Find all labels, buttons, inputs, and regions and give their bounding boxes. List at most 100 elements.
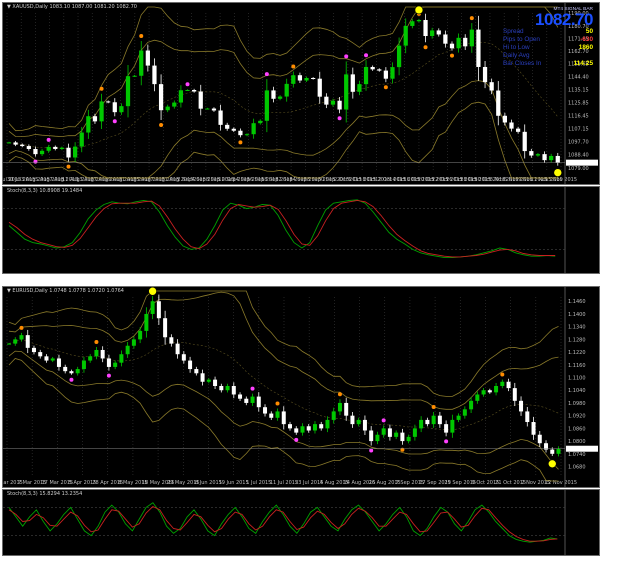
fractal-up-dot [264, 72, 269, 77]
candle-body [522, 131, 527, 152]
candle-body [79, 132, 84, 147]
stoch-main-line [8, 502, 558, 543]
candle-body [443, 34, 448, 44]
candle-body [69, 371, 74, 374]
candle-body [436, 30, 441, 35]
fractal-up-dot [185, 82, 190, 87]
candle-body [423, 19, 428, 37]
candle-body [46, 146, 51, 151]
eurusd-stoch-pane[interactable]: Stoch(8,3,3) 15.8294 13.2354 [2, 489, 600, 556]
candle-body [238, 130, 243, 136]
candle-body [462, 409, 467, 416]
candle-body [529, 151, 534, 156]
info-row-value: 114:25 [573, 60, 593, 67]
xauusd-stoch-pane[interactable]: Stoch(8,3,3) 10.8908 19.1484 [2, 186, 600, 274]
candle-body [264, 90, 269, 121]
candle-body [550, 449, 555, 454]
stoch1-header: Stoch(8,3,3) 10.8908 19.1484 [7, 188, 83, 194]
swing-high-marker [414, 5, 424, 15]
candle-body [350, 415, 355, 425]
candle-body [369, 430, 374, 442]
candle-body [244, 134, 250, 136]
last-price-tag [566, 445, 598, 452]
candle-body [294, 428, 299, 433]
fractal-up-dot [364, 53, 369, 58]
candle-body [205, 108, 210, 110]
candle-body [94, 349, 99, 357]
candle-body [225, 124, 230, 129]
y-tick-label: 1.1460 [568, 299, 586, 305]
candle-body [419, 419, 424, 429]
xauusd-stoch-plot[interactable] [3, 187, 599, 273]
candle-body [531, 422, 536, 435]
candle-body [131, 339, 136, 346]
candle-body [231, 128, 236, 131]
candle-body [381, 428, 386, 435]
candle-body [19, 335, 24, 340]
candle-body [144, 313, 149, 331]
candle-body [431, 415, 436, 425]
candle-body [281, 411, 286, 425]
y-tick-label: 1.1220 [568, 350, 586, 356]
candle-body [165, 106, 170, 111]
candle-body [178, 90, 184, 103]
info-row-value: 50 [585, 28, 593, 35]
last-price-tag [566, 159, 598, 166]
candle-body [311, 77, 316, 79]
eurusd-candles-plot[interactable]: 26 Mar 20157 Mar 201517 Mar 20155 Apr 20… [3, 287, 599, 487]
x-tick-label: 1 Jul 2015 [246, 480, 271, 486]
candle-body [238, 394, 243, 399]
candle-body [158, 84, 164, 111]
y-tick-label: 1.0980 [568, 401, 586, 407]
candle-body [390, 67, 395, 79]
info-row-label: Bar Closes In [503, 60, 542, 67]
candle-body [306, 426, 311, 431]
candle-body [31, 347, 36, 353]
y-tick-label: 1.1400 [568, 312, 586, 318]
candle-body [449, 43, 455, 49]
fractal-up-dot [291, 64, 296, 69]
fractal-down-dot [400, 447, 405, 452]
candle-body [100, 349, 105, 359]
fractal-down-dot [337, 116, 342, 121]
candle-body [59, 147, 65, 149]
candle-body [482, 66, 488, 83]
candle-body [387, 428, 392, 437]
y-tick-label: 1135.15 [568, 88, 589, 94]
y-tick-label: 1.1340 [568, 325, 586, 331]
candle-body [494, 386, 499, 393]
y-tick-label: 1.1040 [568, 388, 586, 394]
candle-body [425, 419, 430, 425]
candle-body [88, 356, 93, 361]
candle-body [344, 74, 349, 110]
eurusd-header: ▼ EURUSD,Daily 1.0748 1.0778 1.0720 1.07… [7, 288, 124, 294]
candle-body [291, 75, 296, 84]
candle-body [394, 432, 399, 437]
swing-low-marker [553, 168, 563, 177]
candle-body [370, 66, 375, 70]
fractal-up-dot [250, 386, 255, 391]
chart-workspace: 28 Jul 201530 Jul 20153 Aug 20155 Aug 20… [0, 0, 620, 567]
eurusd-stoch-plot[interactable] [3, 490, 599, 555]
candle-body [430, 30, 435, 37]
candle-body [192, 89, 197, 92]
candle-body [33, 148, 38, 155]
candle-body [363, 66, 369, 85]
candle-body [357, 84, 362, 92]
candle-body [81, 360, 86, 370]
candle-body [86, 116, 91, 133]
candle-body [231, 386, 236, 395]
fractal-up-dot [139, 34, 144, 39]
candle-body [13, 339, 18, 344]
xauusd-price-pane[interactable]: 28 Jul 201530 Jul 20153 Aug 20155 Aug 20… [2, 2, 600, 185]
y-tick-label: 1.0860 [568, 426, 586, 432]
candle-body [6, 142, 12, 144]
y-tick-label: 1.0800 [568, 439, 586, 445]
fractal-up-dot [46, 137, 51, 142]
candle-body [181, 354, 186, 361]
candle-body [73, 146, 78, 158]
candle-body [211, 108, 217, 111]
fractal-up-dot [19, 325, 24, 330]
eurusd-price-pane[interactable]: 26 Mar 20157 Mar 201517 Mar 20155 Apr 20… [2, 286, 600, 488]
candle-body [25, 335, 30, 348]
